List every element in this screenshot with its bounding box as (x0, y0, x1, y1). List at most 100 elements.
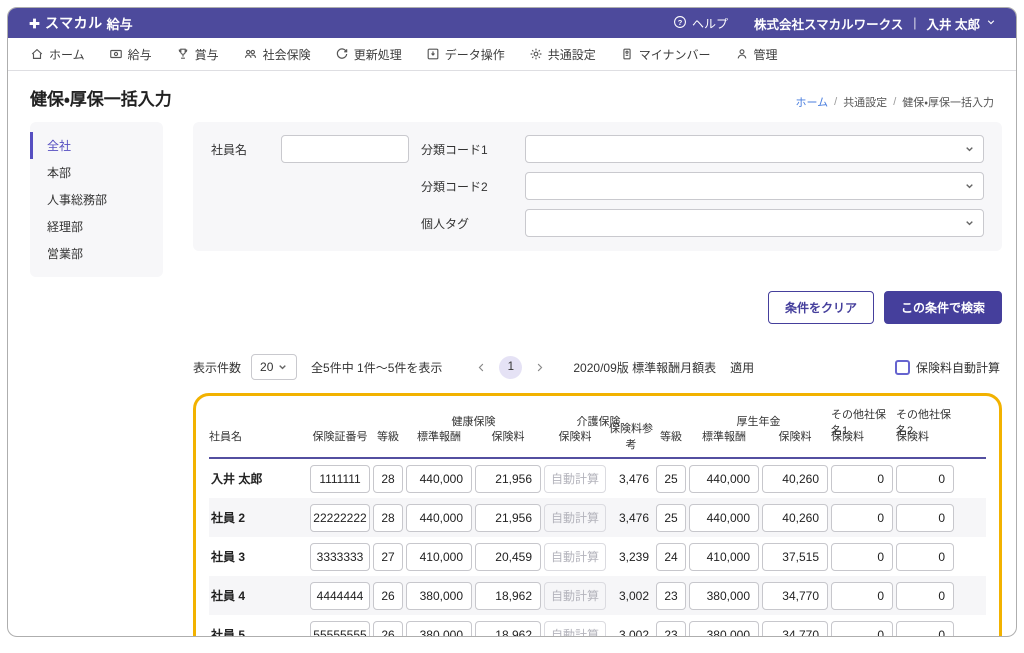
hk-grade-input[interactable] (373, 581, 403, 610)
refresh-icon (335, 47, 349, 61)
hk-monthly-input[interactable] (406, 620, 472, 636)
breadcrumb-settings: 共通設定 (843, 97, 888, 109)
pension-monthly-input[interactable] (689, 581, 759, 610)
hk-monthly-input[interactable] (406, 542, 472, 571)
col-hk-premium: 保険料 (491, 431, 525, 443)
social-insurance-people-icon (243, 47, 258, 61)
pension-monthly-input[interactable] (689, 464, 759, 493)
other1-premium-input[interactable] (831, 464, 893, 493)
pension-group-header: 厚生年金 (736, 416, 781, 428)
auto-calc-label: 保険料自動計算 (915, 360, 1000, 375)
chevron-right-icon[interactable] (532, 360, 547, 375)
pension-grade-input[interactable] (656, 503, 686, 532)
nav-item-bonus[interactable]: 賞与 (176, 46, 219, 63)
cert-number-input[interactable] (310, 464, 370, 493)
pension-premium-input[interactable] (762, 542, 828, 571)
svg-text:?: ? (678, 17, 683, 26)
pension-monthly-input[interactable] (689, 503, 759, 532)
cert-number-input[interactable] (310, 581, 370, 610)
care-premium-input (544, 542, 606, 571)
hk-grade-input[interactable] (373, 542, 403, 571)
hk-monthly-input[interactable] (406, 503, 472, 532)
pagination: 1 (474, 355, 547, 379)
search-filter-panel: 社員名 分類コード1 分類コード2 個人タグ (193, 122, 1002, 251)
hk-grade-input[interactable] (373, 620, 403, 636)
user-menu[interactable]: 入井 太郎 (927, 14, 996, 33)
hk-monthly-input[interactable] (406, 464, 472, 493)
auto-calc-toggle[interactable]: 保険料自動計算 (894, 359, 1002, 376)
pension-grade-input[interactable] (656, 581, 686, 610)
nav-item-common-settings[interactable]: 共通設定 (529, 46, 596, 63)
hk-premium-input[interactable] (475, 503, 541, 532)
personal-tag-select[interactable] (525, 209, 984, 237)
nav-item-update-process[interactable]: 更新処理 (335, 46, 402, 63)
nav-item-mynumber[interactable]: マイナンバー (620, 46, 711, 63)
category2-select[interactable] (525, 172, 984, 200)
bulk-entry-table: 健康保険 介護保険 厚生年金 その他社保名1 その他社保名2 社員名 保険証番号… (193, 393, 1002, 636)
pension-monthly-input[interactable] (689, 542, 759, 571)
hk-monthly-input[interactable] (406, 581, 472, 610)
applied-table-version: 2020/09版 標準報酬月額表 (573, 360, 717, 375)
other2-premium-input[interactable] (896, 620, 954, 636)
hk-grade-input[interactable] (373, 464, 403, 493)
nav-item-payroll[interactable]: 給与 (109, 46, 152, 63)
other2-premium-input[interactable] (896, 542, 954, 571)
nav-item-social-insurance[interactable]: 社会保険 (243, 46, 311, 63)
col-pen-premium: 保険料 (778, 431, 812, 443)
personal-tag-label: 個人タグ (421, 216, 470, 231)
sidebar-item-headquarters[interactable]: 本部 (30, 159, 163, 186)
care-premium-input (544, 581, 606, 610)
hk-premium-input[interactable] (475, 464, 541, 493)
help-menu[interactable]: ? ヘルプ (673, 15, 728, 32)
sidebar-item-sales[interactable]: 営業部 (30, 240, 163, 267)
chevron-down-icon (965, 145, 974, 154)
cert-number-input[interactable] (310, 620, 370, 636)
pension-grade-input[interactable] (656, 542, 686, 571)
category1-select[interactable] (525, 135, 984, 163)
breadcrumb-home-link[interactable]: ホーム (795, 94, 828, 110)
chevron-left-icon[interactable] (474, 360, 489, 375)
other1-premium-input[interactable] (831, 581, 893, 610)
nav-item-data-operation[interactable]: データ操作 (426, 46, 505, 63)
pension-premium-input[interactable] (762, 620, 828, 636)
auto-calc-checkbox[interactable] (894, 359, 910, 375)
other2-premium-input[interactable] (896, 464, 954, 493)
breadcrumb: ホーム / 共通設定 / 健保・厚保一括入力 (795, 94, 1002, 110)
other2-premium-input[interactable] (896, 503, 954, 532)
nav-label: 共通設定 (547, 47, 596, 62)
pension-premium-input[interactable] (762, 581, 828, 610)
nav-item-home[interactable]: ホーム (30, 46, 85, 63)
nav-label: 管理 (753, 47, 778, 62)
hk-premium-input[interactable] (475, 620, 541, 636)
sidebar-item-all-company[interactable]: 全社 (30, 132, 163, 159)
pension-premium-input[interactable] (762, 503, 828, 532)
other1-premium-input[interactable] (831, 542, 893, 571)
nav-item-admin[interactable]: 管理 (735, 46, 778, 63)
pension-grade-input[interactable] (656, 464, 686, 493)
page-size-select[interactable]: 20 (251, 354, 298, 380)
cert-number-input[interactable] (310, 503, 370, 532)
search-with-conditions-button[interactable]: この条件で検索 (883, 291, 1002, 324)
employee-name-input[interactable] (281, 135, 409, 163)
pension-monthly-input[interactable] (689, 620, 759, 636)
hk-premium-input[interactable] (475, 542, 541, 571)
employee-name: 社員 2 (211, 511, 246, 525)
other2-premium-input[interactable] (896, 581, 954, 610)
employee-name: 入井 太郎 (211, 472, 263, 486)
help-label: ヘルプ (691, 16, 728, 31)
cert-number-input[interactable] (310, 542, 370, 571)
table-body: 入井 太郎 3,476 社員 2 3,476 社員 3 3,239 (209, 459, 986, 636)
hk-premium-input[interactable] (475, 581, 541, 610)
chevron-down-icon (986, 16, 996, 30)
sidebar-item-hr-general[interactable]: 人事総務部 (30, 186, 163, 213)
pension-grade-input[interactable] (656, 620, 686, 636)
clear-conditions-button[interactable]: 条件をクリア (767, 291, 874, 324)
header-divider: | (913, 16, 917, 30)
other1-premium-input[interactable] (831, 503, 893, 532)
page-number-badge[interactable]: 1 (499, 355, 523, 379)
app-logo[interactable]: スマカル 給与 (28, 13, 133, 33)
hk-grade-input[interactable] (373, 503, 403, 532)
sidebar-item-accounting[interactable]: 経理部 (30, 213, 163, 240)
pension-premium-input[interactable] (762, 464, 828, 493)
other1-premium-input[interactable] (831, 620, 893, 636)
